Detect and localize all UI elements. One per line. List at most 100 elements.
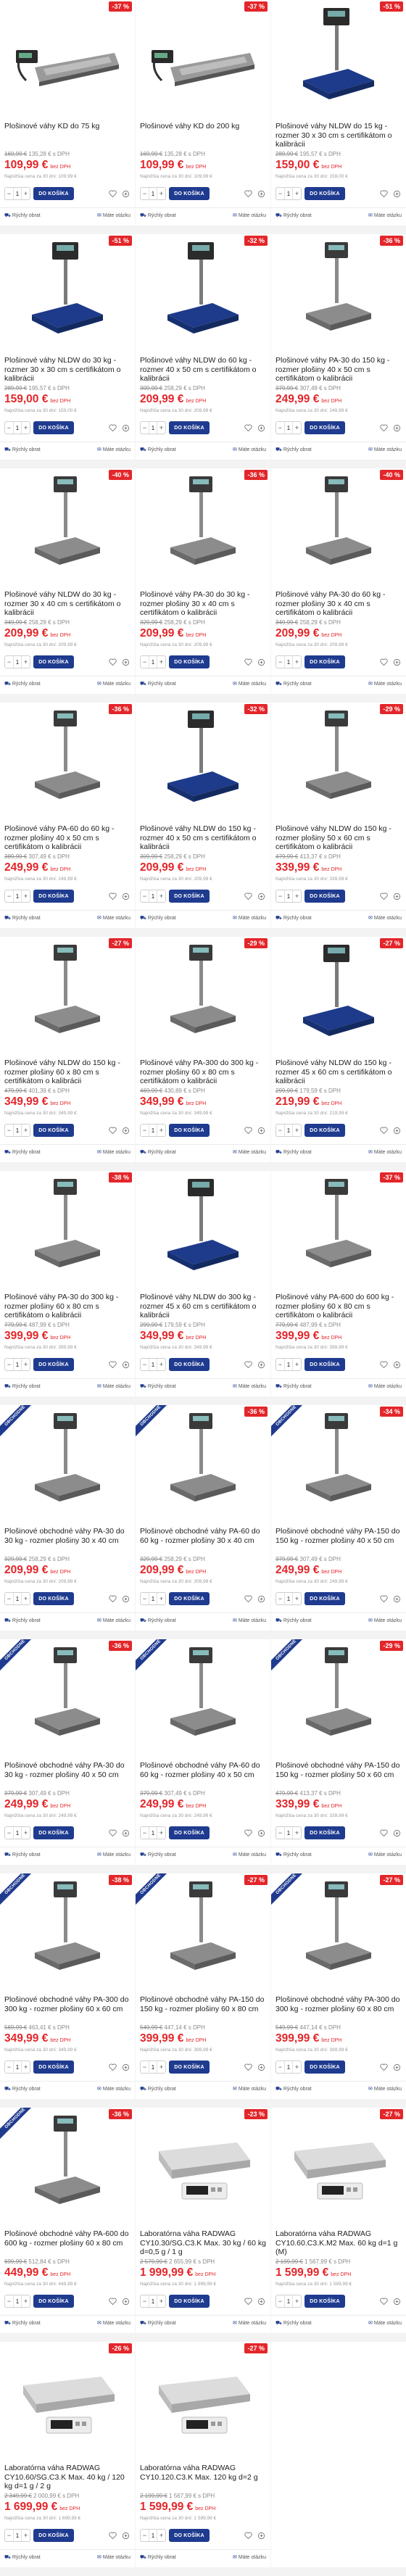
add-to-cart-button[interactable]: DO KOŠÍKA: [33, 1124, 74, 1137]
question-link[interactable]: ✉ Máte otázku: [233, 1852, 266, 1858]
fast-turnaround-link[interactable]: ⛟ Rýchly obrat: [276, 2320, 312, 2327]
quantity-plus[interactable]: +: [22, 2061, 30, 2073]
product-image[interactable]: -27 %: [271, 937, 406, 1053]
heart-icon[interactable]: [107, 2530, 117, 2540]
quantity-minus[interactable]: −: [141, 2530, 149, 2541]
quantity-value[interactable]: 1: [149, 1827, 157, 1839]
quantity-stepper[interactable]: − 1 +: [4, 421, 30, 434]
fast-turnaround-link[interactable]: ⛟ Rýchly obrat: [4, 1149, 41, 1156]
quantity-value[interactable]: 1: [284, 1359, 293, 1370]
fast-turnaround-link[interactable]: ⛟ Rýchly obrat: [276, 212, 312, 219]
fast-turnaround-link[interactable]: ⛟ Rýchly obrat: [4, 2554, 41, 2561]
product-title[interactable]: Plošinové váhy NLDW do 150 kg - rozmer p…: [4, 1059, 130, 1086]
fast-turnaround-link[interactable]: ⛟ Rýchly obrat: [276, 447, 312, 453]
fast-turnaround-link[interactable]: ⛟ Rýchly obrat: [140, 1618, 176, 1624]
quantity-minus[interactable]: −: [276, 2061, 284, 2073]
question-link[interactable]: ✉ Máte otázku: [97, 2086, 130, 2092]
quantity-minus[interactable]: −: [141, 188, 149, 199]
compare-icon[interactable]: [256, 1125, 266, 1135]
compare-icon[interactable]: [392, 2062, 402, 2072]
product-image[interactable]: -36 %: [136, 468, 270, 584]
fast-turnaround-link[interactable]: ⛟ Rýchly obrat: [276, 1852, 312, 1858]
compare-icon[interactable]: [392, 1594, 402, 1604]
add-to-cart-button[interactable]: DO KOŠÍKA: [33, 421, 74, 434]
quantity-plus[interactable]: +: [293, 1827, 301, 1839]
compare-icon[interactable]: [256, 1359, 266, 1370]
quantity-plus[interactable]: +: [293, 2061, 301, 2073]
product-title[interactable]: Plošinové váhy PA-600 do 600 kg - rozmer…: [276, 1293, 402, 1320]
add-to-cart-button[interactable]: DO KOŠÍKA: [169, 2061, 210, 2074]
quantity-value[interactable]: 1: [13, 422, 22, 434]
quantity-stepper[interactable]: − 1 +: [140, 1124, 166, 1137]
question-link[interactable]: ✉ Máte otázku: [97, 1618, 130, 1624]
product-image[interactable]: OBCHODNÉ: [0, 1405, 135, 1521]
product-title[interactable]: Laboratórna váha RADWAG CY10.60/SG.C3.K …: [4, 2464, 130, 2491]
quantity-plus[interactable]: +: [157, 890, 165, 902]
compare-icon[interactable]: [120, 1828, 130, 1838]
quantity-stepper[interactable]: − 1 +: [276, 1592, 302, 1605]
product-image[interactable]: OBCHODNÉ -29 %: [271, 1639, 406, 1755]
fast-turnaround-link[interactable]: ⛟ Rýchly obrat: [140, 447, 176, 453]
quantity-plus[interactable]: +: [157, 1593, 165, 1604]
quantity-value[interactable]: 1: [13, 2061, 22, 2073]
product-title[interactable]: Plošinové váhy NLDW do 150 kg - rozmer 4…: [140, 824, 266, 852]
question-link[interactable]: ✉ Máte otázku: [97, 212, 130, 219]
quantity-stepper[interactable]: − 1 +: [140, 2061, 166, 2074]
question-link[interactable]: ✉ Máte otázku: [233, 212, 266, 219]
product-title[interactable]: Plošinové váhy PA-30 do 30 kg - rozmer p…: [140, 590, 266, 618]
quantity-value[interactable]: 1: [284, 2061, 293, 2073]
product-image[interactable]: -32 %: [136, 703, 270, 819]
question-link[interactable]: ✉ Máte otázku: [233, 447, 266, 453]
quantity-stepper[interactable]: − 1 +: [276, 890, 302, 903]
product-image[interactable]: -23 %: [136, 2108, 270, 2224]
quantity-value[interactable]: 1: [284, 422, 293, 434]
quantity-minus[interactable]: −: [141, 1359, 149, 1370]
quantity-stepper[interactable]: − 1 +: [4, 187, 30, 200]
heart-icon[interactable]: [378, 2062, 389, 2072]
product-title[interactable]: Plošinové váhy NLDW do 30 kg - rozmer 30…: [4, 590, 130, 618]
fast-turnaround-link[interactable]: ⛟ Rýchly obrat: [4, 1852, 41, 1858]
compare-icon[interactable]: [120, 657, 130, 667]
fast-turnaround-link[interactable]: ⛟ Rýchly obrat: [4, 212, 41, 219]
quantity-plus[interactable]: +: [293, 1359, 301, 1370]
heart-icon[interactable]: [107, 2062, 117, 2072]
heart-icon[interactable]: [107, 1594, 117, 1604]
fast-turnaround-link[interactable]: ⛟ Rýchly obrat: [276, 2086, 312, 2092]
quantity-plus[interactable]: +: [293, 1125, 301, 1136]
product-title[interactable]: Plošinové váhy NLDW do 300 kg - rozmer 4…: [140, 1293, 266, 1320]
question-link[interactable]: ✉ Máte otázku: [97, 447, 130, 453]
quantity-stepper[interactable]: − 1 +: [140, 187, 166, 200]
compare-icon[interactable]: [392, 657, 402, 667]
heart-icon[interactable]: [378, 2296, 389, 2306]
add-to-cart-button[interactable]: DO KOŠÍKA: [169, 187, 210, 200]
compare-icon[interactable]: [256, 2530, 266, 2540]
product-image[interactable]: -27 %: [136, 2342, 270, 2458]
add-to-cart-button[interactable]: DO KOŠÍKA: [33, 2295, 74, 2308]
question-link[interactable]: ✉ Máte otázku: [368, 681, 402, 687]
heart-icon[interactable]: [243, 423, 253, 433]
heart-icon[interactable]: [378, 1594, 389, 1604]
quantity-minus[interactable]: −: [5, 2530, 13, 2541]
add-to-cart-button[interactable]: DO KOŠÍKA: [169, 890, 210, 903]
quantity-plus[interactable]: +: [157, 2530, 165, 2541]
product-title[interactable]: Laboratórna váha RADWAG CY10.60.C3.K.M2 …: [276, 2229, 402, 2257]
heart-icon[interactable]: [243, 1359, 253, 1370]
product-image[interactable]: OBCHODNÉ: [136, 1639, 270, 1755]
add-to-cart-button[interactable]: DO KOŠÍKA: [304, 2061, 345, 2074]
quantity-plus[interactable]: +: [22, 656, 30, 668]
question-link[interactable]: ✉ Máte otázku: [233, 2086, 266, 2092]
product-image[interactable]: OBCHODNÉ -27 %: [271, 1873, 406, 1989]
quantity-minus[interactable]: −: [141, 1125, 149, 1136]
question-link[interactable]: ✉ Máte otázku: [233, 915, 266, 922]
quantity-plus[interactable]: +: [157, 2295, 165, 2307]
product-title[interactable]: Plošinové obchodné váhy PA-60 do 60 kg -…: [140, 1761, 266, 1789]
compare-icon[interactable]: [256, 891, 266, 901]
product-image[interactable]: -29 %: [271, 703, 406, 819]
compare-icon[interactable]: [120, 423, 130, 433]
quantity-stepper[interactable]: − 1 +: [4, 1592, 30, 1605]
quantity-minus[interactable]: −: [5, 422, 13, 434]
quantity-value[interactable]: 1: [284, 890, 293, 902]
quantity-plus[interactable]: +: [22, 1593, 30, 1604]
quantity-value[interactable]: 1: [149, 2295, 157, 2307]
quantity-minus[interactable]: −: [5, 1593, 13, 1604]
